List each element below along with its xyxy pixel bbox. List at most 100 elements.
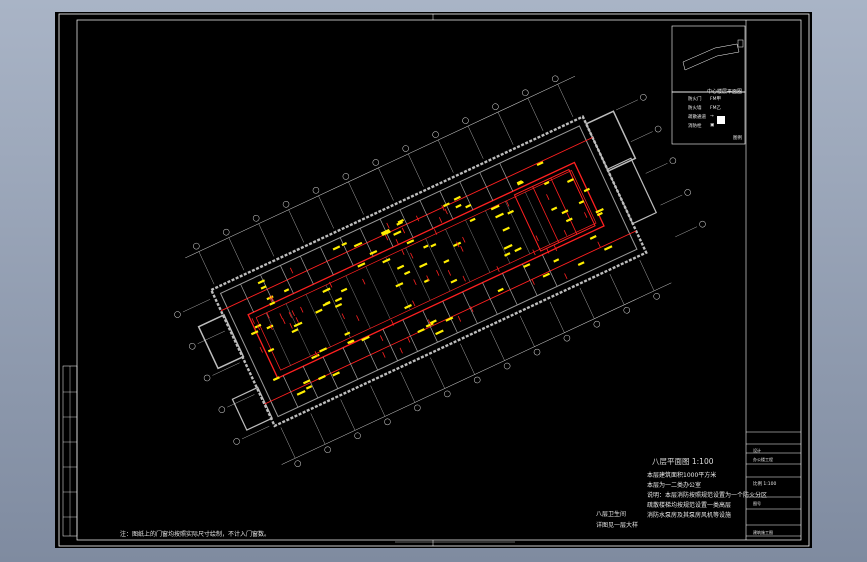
room-tag	[332, 245, 341, 251]
room-tag	[403, 270, 411, 276]
binding-strip-lines	[63, 366, 77, 536]
partition-wall	[359, 228, 374, 257]
red-marks	[251, 194, 601, 358]
key-plan-box	[671, 25, 746, 93]
legend-label-1: 防火门	[688, 97, 702, 102]
grid-axis-line	[490, 329, 505, 361]
partition-wall	[425, 238, 451, 292]
room-tag	[542, 272, 550, 278]
grid-axis-line	[228, 237, 245, 271]
grid-bubble	[551, 75, 559, 83]
partition-wall	[385, 257, 411, 310]
grid-axis-line	[400, 371, 416, 403]
red-mark	[462, 275, 466, 282]
stair-note-2: 详图见一层大样	[596, 522, 639, 529]
red-mark	[412, 300, 416, 307]
partition-wall	[365, 266, 391, 320]
red-mark	[401, 249, 405, 255]
room-tag	[291, 328, 299, 334]
grid-bubble	[684, 189, 691, 196]
grid-bubble	[282, 201, 290, 208]
grid-bubble	[384, 418, 391, 426]
room-tag	[502, 226, 510, 232]
grid-axis-line	[630, 131, 653, 142]
grid-bubble	[252, 214, 260, 222]
note-line-2: 本层为一二类办公室	[647, 482, 702, 489]
room-tag	[442, 202, 450, 208]
grid-axis-line	[182, 299, 211, 313]
room-tag	[514, 247, 522, 253]
grid-axis-line	[639, 259, 655, 291]
grid-axis-line	[527, 98, 544, 131]
note-line-5: 消防水泵房及其泵房风机等设施	[647, 512, 732, 519]
dim-line-bottom	[281, 282, 672, 465]
red-mark	[291, 310, 295, 317]
room-tag	[469, 217, 476, 223]
room-tag	[589, 235, 597, 240]
grid-bubble	[372, 159, 380, 166]
grid-bubble	[189, 342, 196, 350]
red-mark	[563, 230, 568, 236]
grid-bubble	[563, 334, 571, 342]
red-mark	[399, 347, 403, 354]
legend-swatch	[717, 116, 725, 124]
room-tag	[507, 209, 514, 215]
partition-wall	[499, 163, 514, 192]
room-tag	[257, 279, 266, 285]
room-tag	[543, 181, 550, 186]
partition-wall	[522, 263, 538, 296]
partition-wall	[402, 319, 418, 352]
red-mark	[289, 322, 293, 329]
partition-wall	[502, 273, 518, 306]
room-tag	[396, 264, 405, 270]
note-line-1: 本层建筑面积1000平方米	[647, 472, 717, 479]
partition-wall	[399, 209, 414, 238]
partition-wall	[405, 247, 431, 301]
red-mark	[460, 245, 464, 252]
partition-wall	[299, 255, 314, 285]
partition-wall	[525, 191, 551, 245]
partition-wall	[465, 219, 491, 273]
red-mark	[341, 313, 345, 320]
room-tag	[267, 347, 275, 353]
red-mark	[356, 315, 360, 321]
key-plan-title: 中心楼层平面图	[707, 89, 743, 95]
grid-bubble	[432, 131, 439, 138]
room-tag	[393, 230, 402, 236]
red-mark	[382, 351, 386, 358]
left-stair	[197, 313, 245, 370]
partition-wall	[422, 310, 438, 343]
partition-wall	[282, 375, 299, 408]
grid-axis-line	[497, 112, 514, 145]
grid-bubble	[503, 362, 511, 370]
grid-bubble	[233, 438, 240, 445]
grid-axis-line	[549, 301, 565, 333]
grid-axis-line	[370, 385, 386, 417]
room-tag	[305, 385, 313, 390]
grid-bubble	[203, 374, 211, 382]
room-tag	[503, 243, 513, 250]
partition-wall	[240, 283, 254, 313]
dim-line-top	[185, 75, 576, 259]
red-mark	[535, 235, 539, 242]
room-tag	[495, 212, 504, 219]
grid-axis-line	[660, 194, 683, 206]
room-tag	[455, 203, 462, 209]
right-stair	[585, 110, 637, 173]
room-tag	[577, 261, 585, 266]
grid-bubble	[312, 187, 320, 194]
partition-wall	[325, 284, 351, 338]
red-mark	[457, 315, 462, 322]
room-tag	[260, 285, 267, 290]
note-line-4: 疏散楼梯均按规范设置一类高层	[647, 502, 732, 509]
floor-plan	[174, 75, 706, 467]
grid-axis-line	[609, 273, 625, 305]
red-mark	[462, 236, 466, 243]
red-mark	[413, 279, 417, 286]
room-tag	[319, 347, 328, 353]
room-tag	[465, 203, 472, 209]
grid-axis-line	[645, 163, 668, 174]
red-mark	[259, 346, 263, 353]
grid-axis-line	[340, 399, 356, 431]
grid-axis-line	[378, 167, 394, 201]
